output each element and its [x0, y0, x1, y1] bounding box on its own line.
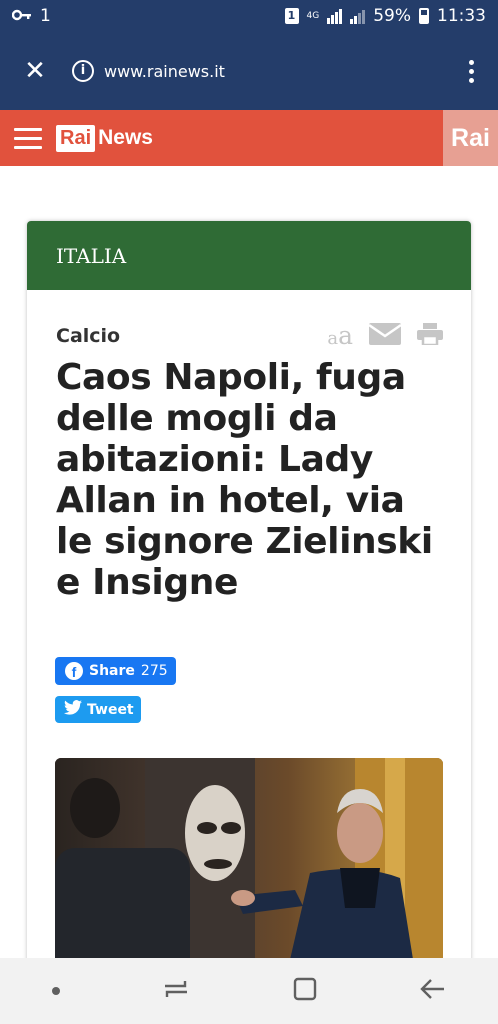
twitter-bird-icon	[64, 700, 82, 719]
more-vert-icon[interactable]	[469, 59, 478, 83]
news-logo[interactable]: News	[98, 126, 153, 150]
signal-indicator: 1	[40, 6, 51, 26]
status-bar: 1 1 4G 59% 11:33	[0, 0, 498, 32]
browser-toolbar: ✕ i www.rainews.it	[0, 32, 498, 110]
signal-icon-secondary	[350, 8, 366, 24]
info-icon[interactable]: i	[72, 60, 94, 82]
tweet-button[interactable]: Tweet	[55, 696, 141, 723]
signal-icon	[327, 8, 343, 24]
home-icon[interactable]	[293, 977, 317, 1005]
sim-icon: 1	[284, 8, 299, 24]
system-nav-bar	[0, 958, 498, 1024]
rai-logo[interactable]: Rai	[56, 124, 96, 152]
font-size-small: a	[327, 328, 339, 349]
font-size-icon[interactable]: aa	[327, 321, 353, 350]
section-label[interactable]: ITALIA	[27, 221, 471, 290]
close-icon[interactable]: ✕	[20, 56, 50, 86]
article-card: ITALIA Calcio aa Caos Napoli, fuga delle…	[27, 221, 471, 981]
tweet-label: Tweet	[87, 701, 134, 718]
category-label[interactable]: Calcio	[56, 325, 120, 347]
print-icon[interactable]	[417, 322, 443, 349]
battery-percent: 59%	[373, 6, 411, 26]
facebook-share-label: Share	[89, 663, 135, 679]
article-photo[interactable]	[55, 758, 443, 981]
facebook-icon: f	[65, 662, 83, 680]
site-header: Rai News Rai	[0, 110, 498, 166]
url-display[interactable]: www.rainews.it	[104, 62, 225, 81]
clock: 11:33	[437, 6, 486, 26]
font-size-large: a	[338, 321, 353, 350]
facebook-share-count: 275	[140, 663, 168, 679]
key-icon	[11, 6, 32, 26]
rai-corner-logo[interactable]: Rai	[443, 110, 498, 166]
hamburger-menu-icon[interactable]	[14, 127, 42, 149]
article-meta: Calcio aa	[56, 321, 443, 350]
mail-icon[interactable]	[368, 322, 402, 349]
back-icon[interactable]	[420, 978, 446, 1004]
recent-apps-icon[interactable]	[163, 978, 189, 1004]
dot-icon[interactable]	[51, 987, 60, 995]
battery-icon	[419, 8, 429, 24]
facebook-share-button[interactable]: f Share 275	[55, 657, 176, 685]
network-type: 4G	[306, 10, 320, 21]
article-headline: Caos Napoli, fuga delle mogli da abitazi…	[56, 357, 433, 603]
article-tools: aa	[327, 321, 443, 350]
